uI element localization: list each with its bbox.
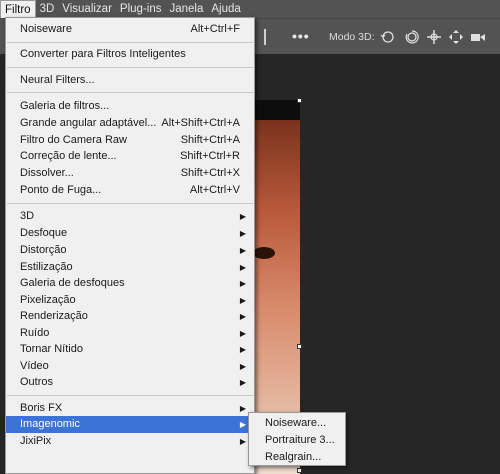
submenu-arrow-icon: ▶ [239, 246, 246, 255]
slide-icon[interactable] [448, 29, 464, 45]
menu-item-label: 3D [20, 210, 35, 222]
menu-item-video[interactable]: Vídeo ▶ [6, 358, 254, 375]
menu-item-label: Tornar Nítido [20, 343, 83, 355]
menu-item-shortcut: Shift+Ctrl+A [180, 134, 240, 146]
menu-item-label: Filtro do Camera Raw [20, 134, 127, 146]
menu-item-neural-filters[interactable]: Neural Filters... [6, 72, 254, 89]
menu-item-label: Dissolver... [20, 167, 74, 179]
menu-separator [7, 92, 253, 93]
submenu-item-realgrain[interactable]: Realgrain... [249, 449, 345, 466]
menu-item-imagenomic[interactable]: Imagenomic ▶ [6, 416, 254, 433]
submenu-item-portraiture[interactable]: Portraiture 3... [249, 432, 345, 449]
submenu-arrow-icon: ▶ [239, 312, 246, 321]
submenu-arrow-icon: ▶ [239, 362, 246, 371]
transform-handle[interactable] [297, 344, 302, 349]
camera-icon[interactable] [470, 29, 486, 45]
menu-item-label: Pixelização [20, 294, 76, 306]
submenu-arrow-icon: ▶ [239, 345, 246, 354]
menu-item-label: Distorção [20, 244, 67, 256]
menu-item-label: Correção de lente... [20, 150, 117, 162]
more-options-button[interactable]: ••• [292, 28, 310, 44]
menu-item-3d[interactable]: 3D ▶ [6, 208, 254, 225]
filter-menu: Noiseware Alt+Ctrl+F Converter para Filt… [5, 17, 255, 474]
menu-item-stylize[interactable]: Estilização ▶ [6, 259, 254, 276]
menu-item-label: Boris FX [20, 402, 63, 414]
menu-item-camera-raw[interactable]: Filtro do Camera Raw Shift+Ctrl+A [6, 132, 254, 149]
menu-item-blur-gallery[interactable]: Galeria de desfoques ▶ [6, 275, 254, 292]
submenu-item-noiseware[interactable]: Noiseware... [249, 415, 345, 432]
menu-item-label: Desfoque [20, 227, 68, 239]
menu-item-label: Estilização [20, 261, 73, 273]
submenu-arrow-icon: ▶ [239, 212, 246, 221]
orbit-icon[interactable] [380, 29, 396, 45]
menu-item-vanishing-point[interactable]: Ponto de Fuga... Alt+Ctrl+V [6, 182, 254, 199]
mode-3d-label: Modo 3D: [329, 31, 375, 43]
submenu-arrow-icon: ▶ [239, 420, 246, 429]
menu-item-pixelate[interactable]: Pixelização ▶ [6, 292, 254, 309]
menu-item-label: Galeria de filtros... [20, 100, 110, 112]
submenu-arrow-icon: ▶ [239, 404, 246, 413]
menu-item-liquify[interactable]: Dissolver... Shift+Ctrl+X [6, 165, 254, 182]
menu-item-label: Vídeo [20, 360, 49, 372]
menu-item-boris-fx[interactable]: Boris FX ▶ [6, 400, 254, 417]
menu-item-shortcut: Shift+Ctrl+R [180, 150, 240, 162]
imagenomic-submenu: Noiseware... Portraiture 3... Realgrain.… [248, 412, 346, 466]
menu-item-noise[interactable]: Ruído ▶ [6, 325, 254, 342]
menu-item-label: Neural Filters... [20, 74, 95, 86]
divider [264, 29, 266, 45]
menu-item-shortcut: Shift+Ctrl+X [180, 167, 240, 179]
menu-item-label: Outros [20, 376, 54, 388]
menu-item-render[interactable]: Renderização ▶ [6, 308, 254, 325]
submenu-arrow-icon: ▶ [239, 437, 246, 446]
menu-plugins[interactable]: Plug-ins [116, 0, 166, 18]
menu-separator [7, 42, 253, 43]
menu-item-convert-smart-filters[interactable]: Converter para Filtros Inteligentes [6, 46, 254, 63]
menu-item-shortcut: Alt+Ctrl+V [189, 184, 240, 196]
submenu-arrow-icon: ▶ [239, 378, 246, 387]
menu-item-sharpen[interactable]: Tornar Nítido ▶ [6, 341, 254, 358]
menu-ajuda[interactable]: Ajuda [207, 0, 244, 18]
photo-eye [253, 247, 275, 259]
menu-item-filter-gallery[interactable]: Galeria de filtros... [6, 98, 254, 115]
menu-separator [7, 67, 253, 68]
menu-item-blur[interactable]: Desfoque ▶ [6, 225, 254, 242]
menu-item-adaptive-wide-angle[interactable]: Grande angular adaptável... Alt+Shift+Ct… [6, 115, 254, 132]
menu-item-other[interactable]: Outros ▶ [6, 374, 254, 391]
menu-item-shortcut: Alt+Ctrl+F [190, 23, 240, 35]
menu-filtro[interactable]: Filtro [0, 0, 36, 18]
submenu-arrow-icon: ▶ [239, 229, 246, 238]
menu-item-jixipix[interactable]: JixiPix ▶ [6, 433, 254, 450]
menu-item-label: Noiseware [20, 23, 72, 35]
menu-item-label: Renderização [20, 310, 88, 322]
menu-item-label: Converter para Filtros Inteligentes [20, 48, 186, 60]
menu-item-label: Galeria de desfoques [20, 277, 125, 289]
menu-item-noiseware[interactable]: Noiseware Alt+Ctrl+F [6, 21, 254, 38]
menu-3d[interactable]: 3D [36, 0, 59, 18]
menu-separator [7, 395, 253, 396]
menu-item-distort[interactable]: Distorção ▶ [6, 242, 254, 259]
menu-janela[interactable]: Janela [165, 0, 207, 18]
menu-separator [7, 203, 253, 204]
menu-item-label: Ruído [20, 327, 50, 339]
transform-handle[interactable] [297, 468, 302, 473]
submenu-arrow-icon: ▶ [239, 263, 246, 272]
menu-item-shortcut: Alt+Shift+Ctrl+A [161, 117, 240, 129]
pan-icon[interactable] [426, 29, 442, 45]
menu-item-label: Ponto de Fuga... [20, 184, 102, 196]
menu-item-label: Imagenomic [20, 418, 80, 430]
menu-bar: Filtro 3D Visualizar Plug-ins Janela Aju… [0, 0, 500, 18]
submenu-arrow-icon: ▶ [239, 279, 246, 288]
roll-icon[interactable] [404, 29, 420, 45]
menu-item-label: JixiPix [20, 435, 52, 447]
submenu-arrow-icon: ▶ [239, 296, 246, 305]
transform-handle[interactable] [297, 98, 302, 103]
menu-visualizar[interactable]: Visualizar [58, 0, 116, 18]
submenu-arrow-icon: ▶ [239, 329, 246, 338]
menu-item-lens-correction[interactable]: Correção de lente... Shift+Ctrl+R [6, 148, 254, 165]
menu-item-label: Grande angular adaptável... [20, 117, 157, 129]
